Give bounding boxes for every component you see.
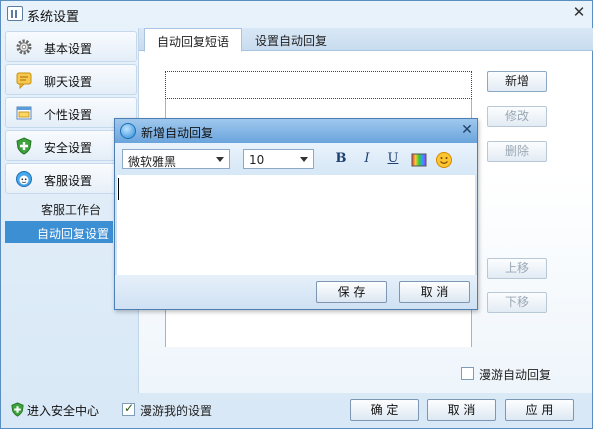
move-down-button[interactable]: 下移 [487, 292, 547, 313]
sidebar-subitem-auto-reply[interactable]: 自动回复设置 [5, 221, 113, 243]
sidebar-item-label: 个性设置 [44, 108, 93, 122]
phrase-list-selected-row[interactable] [165, 71, 472, 99]
tab-set-auto-reply[interactable]: 设置自动回复 [243, 28, 339, 51]
chevron-down-icon [216, 157, 224, 162]
text-caret [118, 178, 119, 200]
bold-button[interactable]: B [332, 151, 350, 169]
reply-text-editor[interactable] [117, 175, 475, 275]
sidebar-item-label: 基本设置 [44, 42, 93, 56]
tab-bar: 自动回复短语 设置自动回复 [139, 28, 593, 52]
sidebar-subitem-label: 客服工作台 [41, 203, 102, 217]
security-center-label: 进入安全中心 [27, 404, 100, 418]
window-close-button[interactable]: ✕ [569, 3, 589, 21]
settings-window: 系统设置 ✕ 基本设置 聊天设置 个性设置 安全设置 客服设置 客服工作台 自动… [0, 0, 593, 429]
tab-auto-reply-phrases[interactable]: 自动回复短语 [144, 28, 243, 52]
personal-icon [16, 106, 32, 120]
chat-icon [16, 72, 32, 89]
delete-button[interactable]: 删除 [487, 141, 547, 162]
format-toolbar: 微软雅黑 10 B I U [115, 143, 477, 175]
shield-icon [16, 137, 32, 155]
service-icon [16, 171, 32, 187]
font-family-select[interactable]: 微软雅黑 [122, 149, 230, 169]
gear-icon [16, 39, 32, 55]
sidebar-item-label: 聊天设置 [44, 75, 93, 89]
roam-my-settings-checkbox[interactable] [122, 401, 135, 416]
smiley-icon[interactable] [435, 151, 453, 169]
add-auto-reply-dialog: 新增自动回复 ✕ 微软雅黑 10 B I U 保 存 取 消 [114, 118, 478, 310]
color-palette-icon[interactable] [410, 151, 428, 169]
apply-button[interactable]: 应 用 [505, 399, 574, 421]
window-title: 系统设置 [27, 10, 80, 25]
dialog-cancel-button[interactable]: 取 消 [399, 281, 470, 303]
sidebar-item-chat[interactable]: 聊天设置 [5, 64, 137, 95]
ok-button[interactable]: 确 定 [350, 399, 419, 421]
roam-my-settings-label: 漫游我的设置 [140, 404, 213, 418]
edit-button[interactable]: 修改 [487, 106, 547, 127]
dialog-app-icon [120, 123, 136, 139]
chevron-down-icon [300, 157, 308, 162]
font-family-value: 微软雅黑 [128, 155, 177, 169]
sidebar-subitem-service-desk[interactable]: 客服工作台 [5, 197, 113, 219]
font-size-value: 10 [249, 153, 265, 167]
underline-button[interactable]: U [384, 151, 402, 169]
dialog-save-button[interactable]: 保 存 [316, 281, 387, 303]
font-size-select[interactable]: 10 [243, 149, 314, 169]
add-button[interactable]: 新增 [487, 71, 547, 92]
roam-auto-reply-checkbox[interactable] [461, 367, 474, 380]
title-bar: 系统设置 ✕ [1, 1, 592, 27]
dialog-footer: 保 存 取 消 [115, 275, 477, 309]
sidebar-item-label: 客服设置 [44, 174, 93, 188]
bottom-bar: 进入安全中心 漫游我的设置 确 定 取 消 应 用 [1, 393, 592, 428]
italic-button[interactable]: I [358, 151, 376, 169]
security-center-icon [11, 402, 24, 417]
dialog-title: 新增自动回复 [141, 126, 214, 140]
sidebar-item-label: 安全设置 [44, 141, 93, 155]
move-up-button[interactable]: 上移 [487, 258, 547, 279]
app-icon [7, 6, 23, 21]
sidebar-subitem-label: 自动回复设置 [37, 227, 110, 241]
dialog-close-button[interactable]: ✕ [459, 121, 475, 139]
dialog-title-bar: 新增自动回复 ✕ [115, 119, 477, 143]
cancel-button[interactable]: 取 消 [427, 399, 496, 421]
roam-auto-reply-label: 漫游自动回复 [479, 368, 552, 382]
sidebar-item-basic[interactable]: 基本设置 [5, 31, 137, 62]
